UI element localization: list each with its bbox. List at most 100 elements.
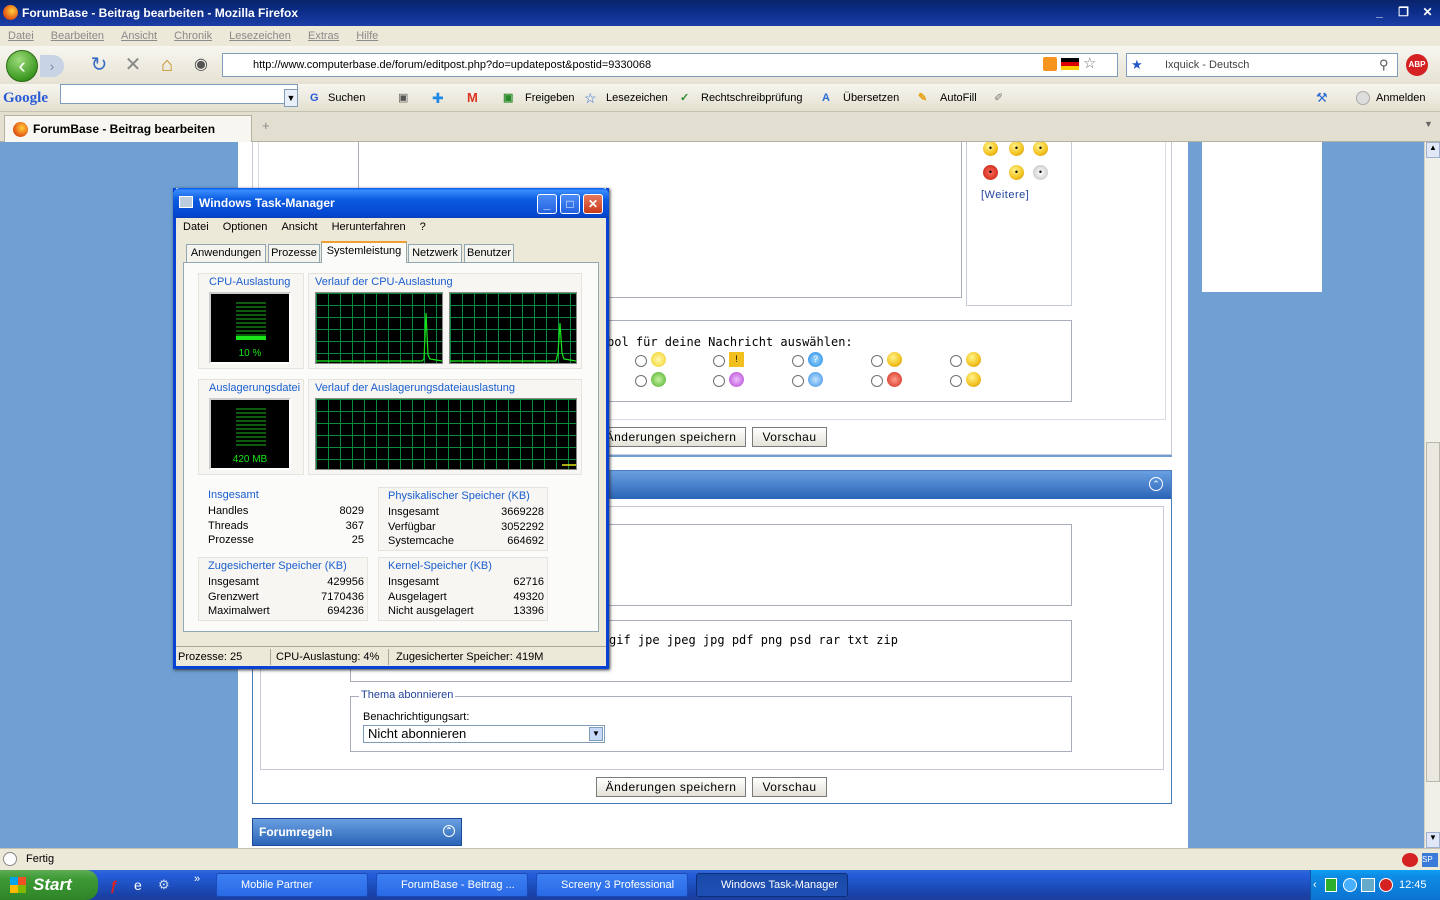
tm-menu-optionen[interactable]: Optionen (223, 221, 268, 233)
bookmark-star-icon[interactable]: ☆ (1083, 53, 1096, 75)
reload-icon[interactable]: ↻ (86, 52, 112, 78)
tm-menu-help[interactable]: ? (420, 221, 426, 233)
task-mobile-partner[interactable]: Mobile Partner (216, 873, 368, 897)
post-icon-radio[interactable] (871, 375, 883, 387)
quicklaunch-more-icon[interactable]: » (194, 873, 200, 885)
pencil-icon[interactable]: ✐ (994, 84, 1003, 112)
gmail-icon[interactable]: M (467, 84, 478, 112)
tm-menu-ansicht[interactable]: Ansicht (281, 221, 317, 233)
post-icon-radio[interactable] (635, 355, 647, 367)
wrench-icon[interactable]: ⚒ (1316, 84, 1328, 112)
google-bookmarks-button[interactable]: Lesezeichen (606, 84, 668, 112)
url-bar[interactable]: http://www.computerbase.de/forum/editpos… (222, 53, 1118, 77)
post-icon-radio[interactable] (635, 375, 647, 387)
google-signin-button[interactable]: Anmelden (1376, 84, 1426, 112)
post-icon-radio[interactable] (792, 355, 804, 367)
scroll-thumb[interactable] (1426, 442, 1440, 782)
smilie-icon[interactable]: • (983, 142, 998, 156)
google-search-input[interactable] (60, 84, 298, 104)
new-tab-icon[interactable]: + (262, 118, 270, 133)
chevron-down-icon[interactable]: ▼ (589, 727, 603, 741)
tab-forumbase[interactable]: ForumBase - Beitrag bearbeiten (4, 115, 252, 142)
preview-button-top[interactable]: Vorschau (752, 427, 827, 447)
rss-icon[interactable] (1043, 57, 1057, 71)
search-icon[interactable]: ⚲ (1379, 54, 1389, 76)
tab-systemleistung[interactable]: Systemleistung (321, 241, 407, 263)
smilie-icon[interactable]: • (1009, 142, 1024, 156)
flash-icon[interactable]: ƒ (110, 877, 118, 893)
forum-rules-header[interactable]: Forumregeln ⌃ (252, 818, 462, 846)
menu-chronik[interactable]: Chronik (174, 30, 212, 42)
smilie-icon[interactable]: • (1033, 165, 1048, 180)
page-icon[interactable]: ▣ (398, 84, 408, 112)
smilie-icon[interactable]: • (983, 165, 998, 180)
monitor-icon[interactable] (1361, 878, 1375, 892)
menu-datei[interactable]: Datei (8, 30, 34, 42)
post-icon-radio[interactable] (713, 355, 725, 367)
preview-button[interactable]: Vorschau (752, 777, 827, 797)
post-icon-radio[interactable] (950, 355, 962, 367)
chat-icon[interactable]: ◉ (188, 52, 214, 78)
back-icon[interactable]: ‹ (6, 50, 38, 82)
menu-ansicht[interactable]: Ansicht (121, 30, 157, 42)
start-button[interactable]: Start (0, 870, 98, 900)
expand-icon[interactable]: ⌃ (443, 825, 455, 837)
task-manager-title-bar[interactable]: Windows Task-Manager _ □ ✕ (173, 188, 609, 218)
tm-maximize-icon[interactable]: □ (560, 194, 580, 214)
menu-lesezeichen[interactable]: Lesezeichen (229, 30, 291, 42)
tm-menu-datei[interactable]: Datei (183, 221, 209, 233)
security-icon[interactable] (1379, 878, 1393, 892)
google-autofill-button[interactable]: AutoFill (940, 84, 977, 112)
post-icon-radio[interactable] (792, 375, 804, 387)
task-screeny[interactable]: Screeny 3 Professional (536, 873, 688, 897)
google-share-button[interactable]: Freigeben (525, 84, 575, 112)
restore-icon[interactable]: ❐ (1395, 5, 1412, 21)
home-icon[interactable]: ⌂ (154, 52, 180, 78)
tab-prozesse[interactable]: Prozesse (268, 244, 320, 262)
search-engine-icon[interactable]: ★ (1131, 54, 1143, 76)
google-dropdown-icon[interactable]: ▼ (284, 89, 298, 107)
tab-anwendungen[interactable]: Anwendungen (186, 244, 266, 262)
close-icon[interactable]: ✕ (1419, 5, 1436, 21)
tab-netzwerk[interactable]: Netzwerk (408, 244, 462, 262)
tm-minimize-icon[interactable]: _ (537, 194, 557, 214)
menu-bearbeiten[interactable]: Bearbeiten (51, 30, 104, 42)
menu-hilfe[interactable]: Hilfe (356, 30, 378, 42)
google-search-button[interactable]: Suchen (328, 84, 365, 112)
task-forumbase[interactable]: ForumBase - Beitrag ... (376, 873, 528, 897)
google-translate-button[interactable]: Übersetzen (843, 84, 899, 112)
minimize-icon[interactable]: _ (1371, 5, 1388, 21)
task-task-manager[interactable]: Windows Task-Manager (696, 873, 848, 897)
forward-icon[interactable]: › (40, 55, 64, 77)
more-smilies-link[interactable]: [Weitere] (981, 189, 1029, 201)
post-icon-radio[interactable] (713, 375, 725, 387)
tm-menu-herunterfahren[interactable]: Herunterfahren (332, 221, 406, 233)
settings-icon[interactable]: ⚙ (158, 877, 170, 893)
network-icon[interactable] (1325, 878, 1337, 892)
save-changes-button-top[interactable]: Änderungen speichern (596, 427, 746, 447)
google-spellcheck-button[interactable]: Rechtschreibprüfung (701, 84, 803, 112)
sp-status-icon[interactable]: SP (1422, 853, 1438, 867)
smilie-icon[interactable]: • (1033, 142, 1048, 156)
tab-list-icon[interactable]: ▼ (1424, 119, 1433, 129)
save-changes-button[interactable]: Änderungen speichern (596, 777, 746, 797)
notify-select[interactable]: Nicht abonnieren ▼ (363, 725, 605, 743)
scroll-down-icon[interactable]: ▼ (1426, 832, 1440, 848)
tab-benutzer[interactable]: Benutzer (464, 244, 514, 262)
smilie-icon[interactable]: • (1009, 165, 1024, 180)
adblock-icon[interactable]: ABP (1406, 54, 1428, 76)
scroll-up-icon[interactable]: ▲ (1426, 142, 1440, 158)
ie-icon[interactable]: e (134, 877, 142, 893)
globe-icon[interactable] (1343, 878, 1357, 892)
puzzle-icon[interactable]: ✚ (432, 84, 444, 112)
post-icon-radio[interactable] (950, 375, 962, 387)
abp-status-icon[interactable] (1402, 853, 1418, 867)
page-scrollbar[interactable]: ▲ ▼ (1424, 142, 1440, 848)
tm-close-icon[interactable]: ✕ (583, 194, 603, 214)
menu-extras[interactable]: Extras (308, 30, 339, 42)
stop-icon[interactable]: ✕ (120, 52, 146, 78)
collapse-icon[interactable]: ⌃ (1149, 477, 1163, 491)
tray-collapse-icon[interactable]: ‹ (1313, 870, 1317, 900)
search-bar[interactable]: ★ Ixquick - Deutsch ⚲ (1126, 53, 1398, 77)
post-icon-radio[interactable] (871, 355, 883, 367)
